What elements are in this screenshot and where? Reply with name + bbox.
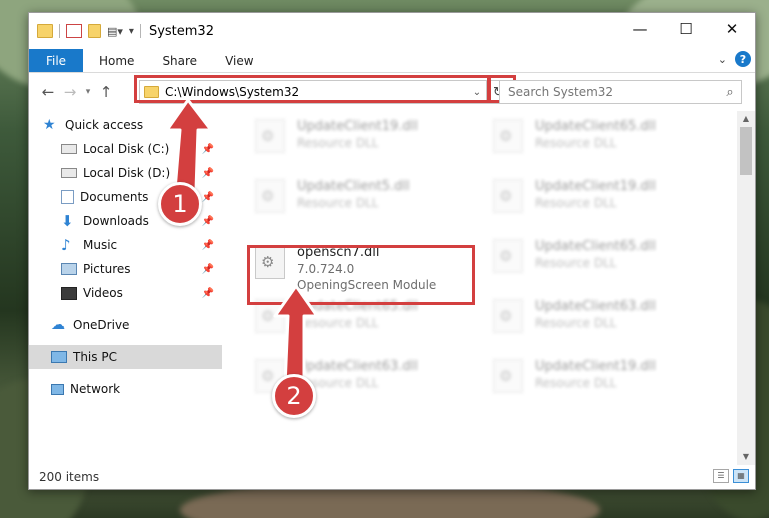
- close-button[interactable]: ✕: [709, 13, 755, 45]
- file-version: 7.0.724.0: [297, 262, 355, 276]
- dll-file-icon: [493, 359, 523, 393]
- recent-locations-icon[interactable]: ▾: [81, 87, 95, 97]
- file-tile[interactable]: UpdateClient63.dllResource DLL: [481, 293, 711, 349]
- quick-access-toolbar: ▤▾ ▾: [37, 13, 141, 49]
- folder-icon: [37, 24, 53, 38]
- pin-icon[interactable]: 📌: [202, 144, 214, 155]
- dll-file-icon: [255, 245, 285, 279]
- network-icon: [51, 383, 64, 395]
- address-dropdown-icon[interactable]: ⌄: [468, 87, 486, 98]
- sidebar-item-local-disk-d[interactable]: Local Disk (D:) 📌: [29, 161, 222, 185]
- music-icon: ♪: [61, 236, 71, 254]
- dll-file-icon: [255, 179, 285, 213]
- sidebar-item-local-disk-c[interactable]: Local Disk (C:) 📌: [29, 137, 222, 161]
- scroll-up-icon[interactable]: ▲: [737, 111, 755, 127]
- sidebar-item-this-pc[interactable]: This PC: [29, 345, 222, 369]
- step-2-badge: 2: [272, 374, 316, 418]
- tab-home[interactable]: Home: [83, 49, 148, 72]
- file-tile[interactable]: UpdateClient19.dllResource DLL: [243, 113, 473, 169]
- file-tile[interactable]: UpdateClient65.dllResource DLL: [481, 113, 711, 169]
- window-title: System32: [148, 23, 214, 39]
- file-tile-openscn7[interactable]: openscn7.dll 7.0.724.0 OpeningScreen Mod…: [243, 235, 473, 301]
- file-description: OpeningScreen Module: [297, 278, 437, 292]
- file-tile[interactable]: UpdateClient19.dllResource DLL: [481, 173, 711, 229]
- minimize-button[interactable]: —: [617, 13, 663, 45]
- sidebar-item-videos[interactable]: Videos 📌: [29, 281, 222, 305]
- address-bar[interactable]: C:\Windows\System32 ⌄: [139, 80, 487, 104]
- tab-view[interactable]: View: [211, 49, 267, 72]
- pictures-icon: [61, 263, 77, 275]
- customize-toolbar-icon[interactable]: ▤▾: [107, 25, 123, 38]
- details-view-icon[interactable]: ☰: [713, 469, 729, 483]
- pin-icon[interactable]: 📌: [202, 240, 214, 251]
- pin-icon[interactable]: 📌: [202, 264, 214, 275]
- scrollbar-thumb[interactable]: [740, 127, 752, 175]
- window-controls: — ☐ ✕: [617, 13, 755, 45]
- documents-icon: [61, 190, 74, 204]
- drive-icon: [61, 168, 77, 178]
- view-toggle: ☰ ▦: [713, 469, 749, 483]
- step-1-badge: 1: [158, 182, 202, 226]
- tiles-view-icon[interactable]: ▦: [733, 469, 749, 483]
- star-icon: ★: [43, 117, 56, 133]
- item-count: 200 items: [39, 470, 100, 484]
- forward-arrow-icon[interactable]: →: [59, 83, 81, 101]
- sidebar-item-music[interactable]: ♪ Music 📌: [29, 233, 222, 257]
- search-icon[interactable]: ⌕: [719, 85, 741, 100]
- drive-icon: [61, 144, 77, 154]
- explorer-window: ▤▾ ▾ System32 — ☐ ✕ File Home Share View…: [28, 12, 756, 490]
- dll-file-icon: [255, 299, 285, 333]
- dll-file-icon: [255, 119, 285, 153]
- sidebar-item-onedrive[interactable]: ☁ OneDrive: [29, 313, 222, 337]
- file-tile[interactable]: UpdateClient65.dllResource DLL: [243, 293, 473, 349]
- properties-icon[interactable]: [66, 24, 82, 38]
- tab-share[interactable]: Share: [148, 49, 211, 72]
- computer-icon: [51, 351, 67, 363]
- dll-file-icon: [493, 179, 523, 213]
- file-tile[interactable]: UpdateClient19.dllResource DLL: [481, 353, 711, 409]
- file-name: openscn7.dll: [297, 245, 380, 260]
- ribbon-right-controls: ⌄ ?: [718, 51, 751, 67]
- new-folder-icon[interactable]: [88, 24, 101, 38]
- separator: [59, 24, 60, 38]
- pin-icon[interactable]: 📌: [202, 192, 214, 203]
- pin-icon[interactable]: 📌: [202, 288, 214, 299]
- expand-ribbon-icon[interactable]: ⌄: [718, 53, 727, 66]
- sidebar-item-quick-access[interactable]: ★ Quick access: [29, 113, 222, 137]
- search-input[interactable]: [508, 85, 719, 99]
- pin-icon[interactable]: 📌: [202, 168, 214, 179]
- pin-icon[interactable]: 📌: [202, 216, 214, 227]
- back-arrow-icon[interactable]: ←: [37, 83, 59, 101]
- dll-file-icon: [493, 119, 523, 153]
- vertical-scrollbar[interactable]: ▲ ▼: [737, 111, 755, 465]
- search-box[interactable]: ⌕: [499, 80, 742, 104]
- folder-icon: [144, 86, 159, 98]
- sidebar-item-pictures[interactable]: Pictures 📌: [29, 257, 222, 281]
- maximize-button[interactable]: ☐: [663, 13, 709, 45]
- help-button[interactable]: ?: [735, 51, 751, 67]
- tab-file[interactable]: File: [29, 49, 83, 72]
- onedrive-icon: ☁: [51, 317, 65, 333]
- file-tile[interactable]: UpdateClient5.dllResource DLL: [243, 173, 473, 229]
- dll-file-icon: [493, 239, 523, 273]
- navigation-bar: ← → ▾ ↑ C:\Windows\System32 ⌄ ↻ ⌕: [29, 73, 755, 111]
- navigation-pane: ★ Quick access Local Disk (C:) 📌 Local D…: [29, 111, 223, 465]
- sidebar-item-network[interactable]: Network: [29, 377, 222, 401]
- dll-file-icon: [493, 299, 523, 333]
- scroll-down-icon[interactable]: ▼: [737, 449, 755, 465]
- downloads-icon: ⬇: [61, 212, 74, 230]
- address-path[interactable]: C:\Windows\System32: [165, 85, 468, 99]
- toolbar-dropdown-icon[interactable]: ▾: [129, 26, 134, 37]
- separator: [139, 24, 141, 38]
- up-arrow-icon[interactable]: ↑: [95, 83, 117, 101]
- ribbon-tabs: File Home Share View ⌄ ?: [29, 49, 755, 73]
- status-bar: 200 items ☰ ▦: [29, 465, 755, 489]
- title-bar: ▤▾ ▾ System32 — ☐ ✕: [29, 13, 755, 49]
- videos-icon: [61, 286, 77, 300]
- file-tile[interactable]: UpdateClient65.dllResource DLL: [481, 233, 711, 289]
